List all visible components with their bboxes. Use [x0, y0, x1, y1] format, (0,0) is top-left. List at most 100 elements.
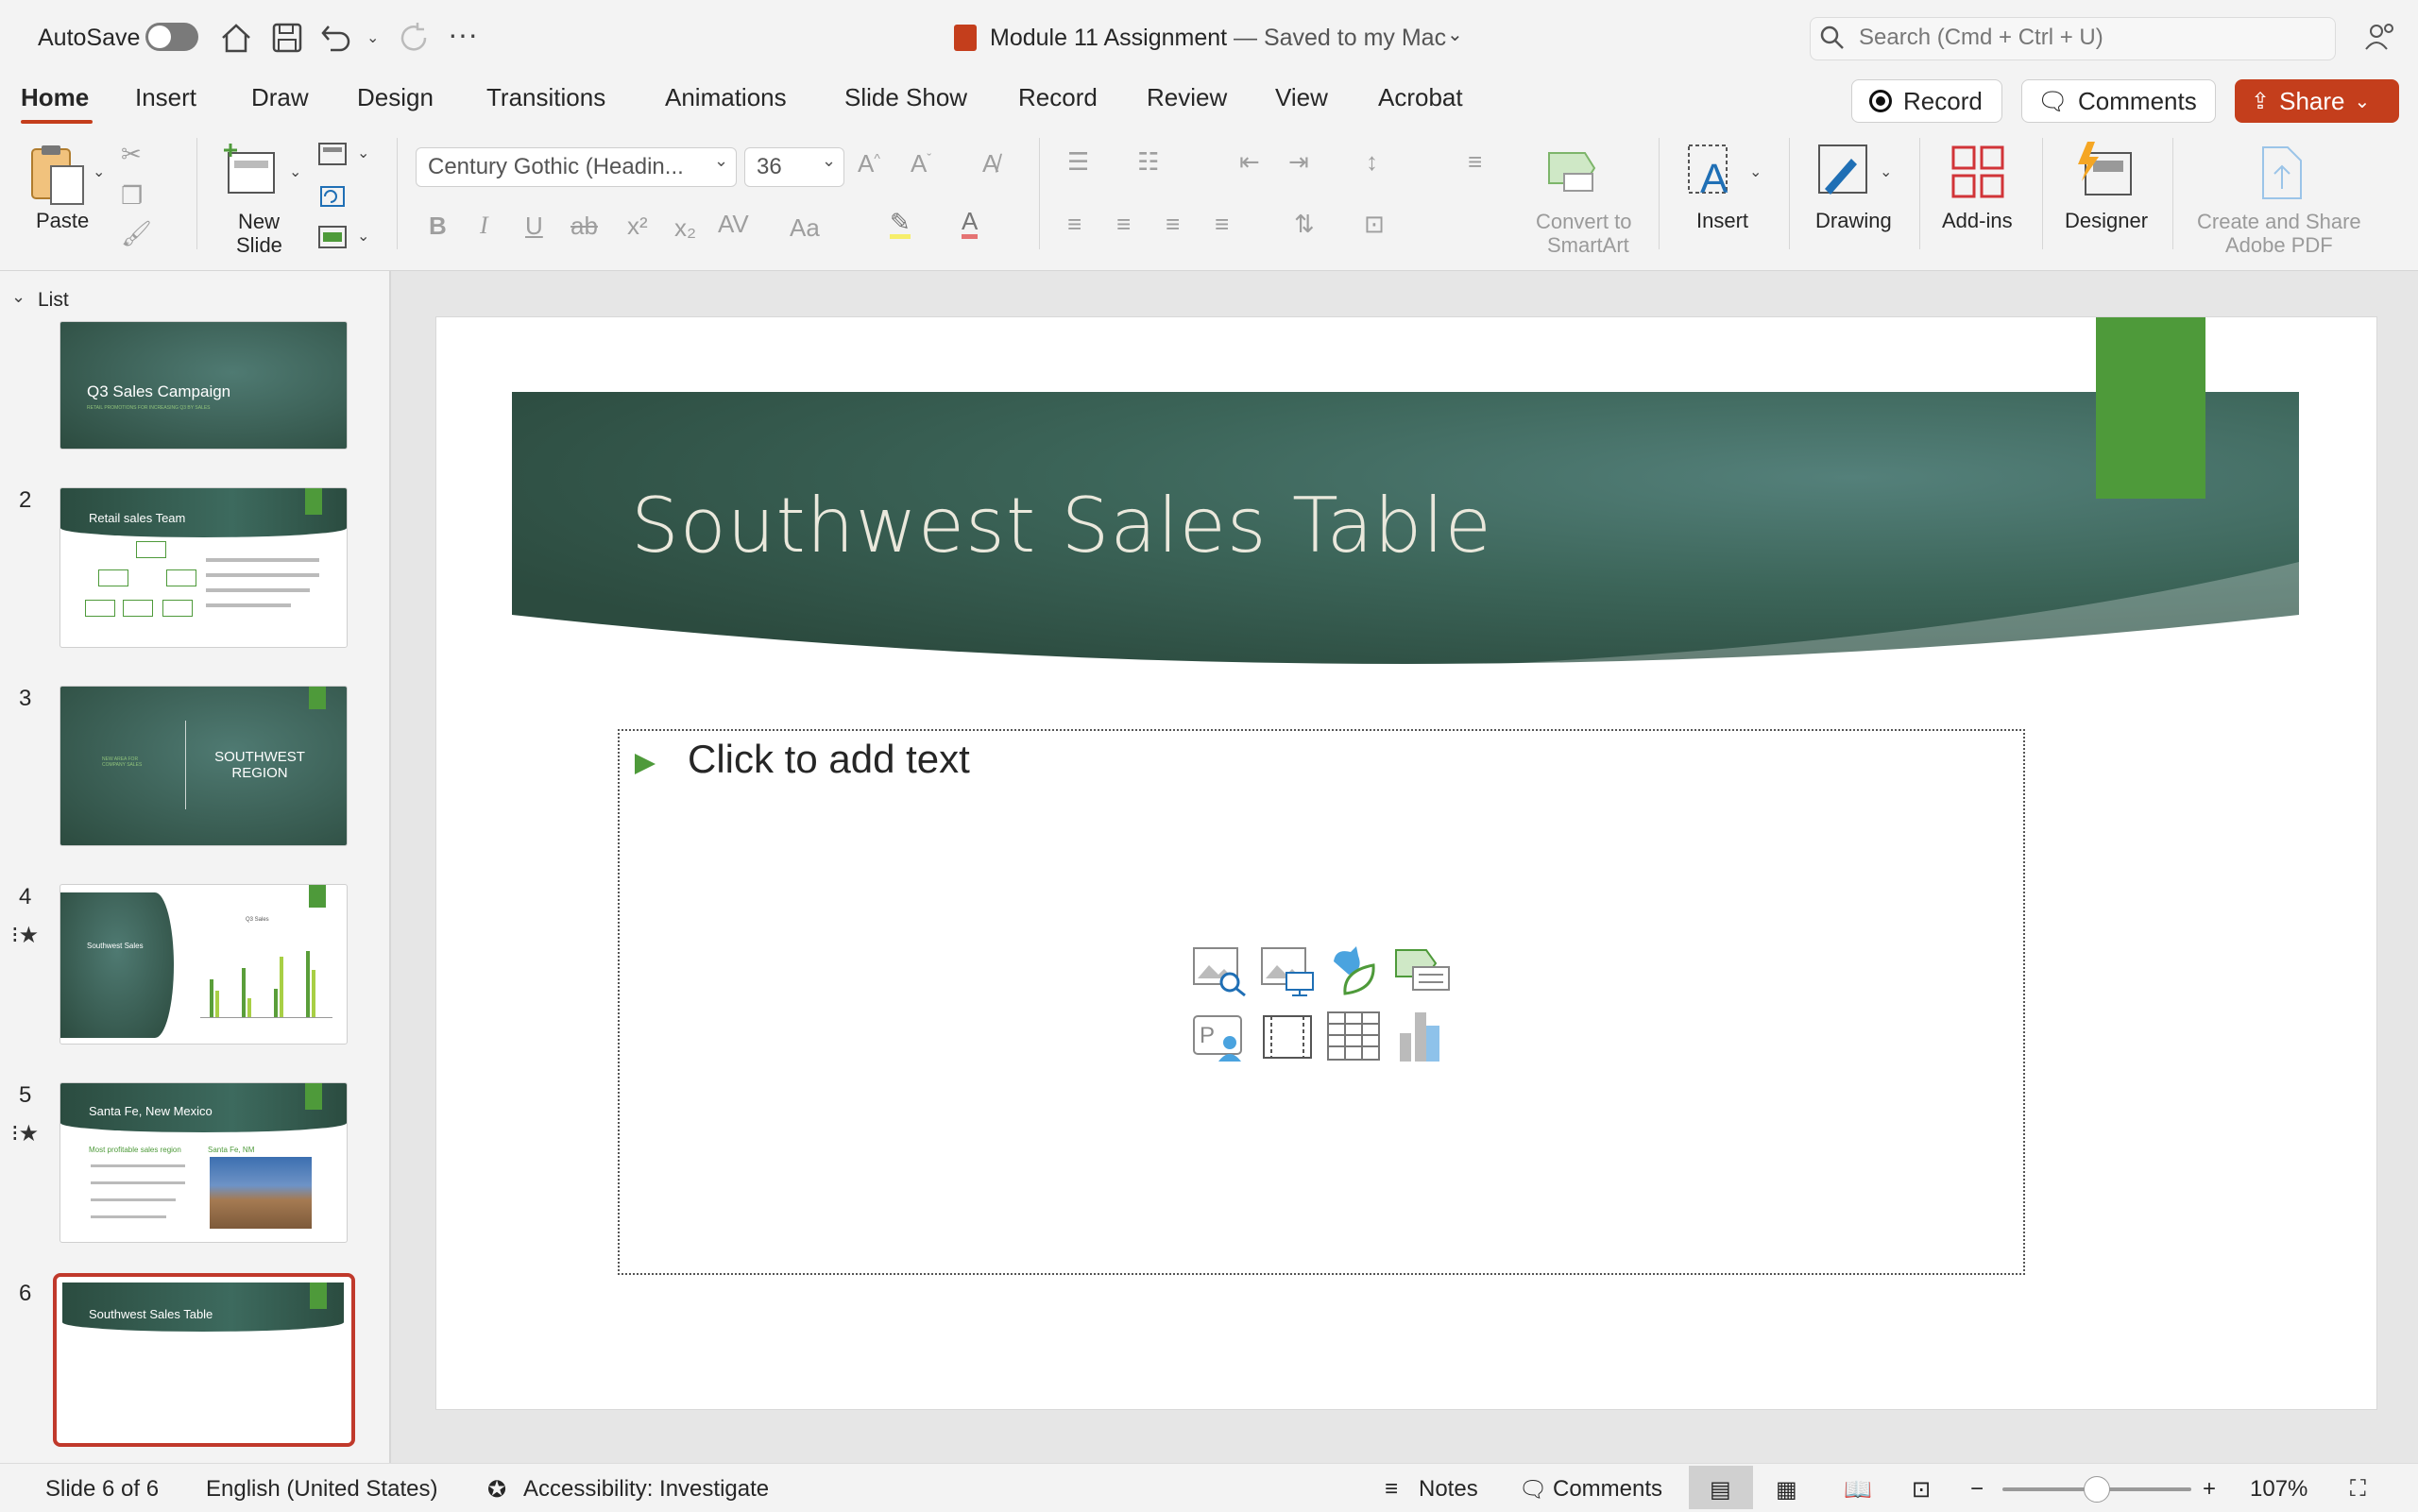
pictures-icon[interactable] — [1260, 946, 1317, 997]
tab-design[interactable]: Design — [357, 83, 434, 112]
slide-thumbnail-2[interactable]: Retail sales Team — [60, 487, 348, 648]
drawing-icon[interactable] — [1815, 142, 1872, 204]
layout-icon[interactable] — [317, 142, 348, 168]
normal-view-icon[interactable]: ▤ — [1710, 1476, 1731, 1504]
increase-font-icon[interactable]: A^ — [858, 149, 880, 178]
reset-icon[interactable] — [317, 183, 348, 210]
highlight-icon[interactable]: ✎ — [890, 210, 911, 239]
layout-chevron-icon[interactable]: ⌄ — [357, 144, 369, 162]
font-color-icon[interactable]: A — [962, 208, 979, 239]
change-case-icon[interactable]: Aa — [790, 213, 820, 243]
slide-sorter-icon[interactable]: ▦ — [1776, 1476, 1797, 1504]
slide-thumbnail-5[interactable]: Santa Fe, New Mexico Most profitable sal… — [60, 1082, 348, 1243]
tab-transitions[interactable]: Transitions — [486, 83, 605, 112]
decrease-font-icon[interactable]: Aˇ — [911, 149, 931, 178]
fit-to-window-icon[interactable]: ⛶ — [2350, 1476, 2366, 1503]
icons-icon[interactable] — [1326, 943, 1383, 997]
underline-icon[interactable]: U — [525, 212, 543, 241]
font-size-chevron-icon[interactable]: ⌄ — [822, 151, 836, 171]
undo-chevron-icon[interactable]: ⌄ — [366, 28, 379, 47]
convert-smartart-label-2[interactable]: SmartArt — [1547, 233, 1629, 257]
tab-review[interactable]: Review — [1147, 83, 1227, 112]
chart-icon[interactable] — [1394, 1009, 1451, 1063]
text-direction-icon[interactable]: ⇅ — [1294, 210, 1315, 239]
title-chevron-icon[interactable]: ⌄ — [1447, 23, 1463, 46]
undo-icon[interactable] — [319, 21, 353, 55]
save-icon[interactable] — [270, 21, 304, 55]
insert-icon[interactable]: A — [1685, 142, 1742, 204]
cameo-icon[interactable]: P — [1192, 1012, 1249, 1063]
line-spacing-icon[interactable]: ↕ — [1366, 147, 1378, 177]
smartart-icon[interactable] — [1543, 147, 1598, 195]
placeholder-text[interactable]: Click to add text — [688, 737, 970, 782]
paste-chevron-icon[interactable]: ⌄ — [93, 162, 105, 181]
document-title[interactable]: Module 11 Assignment — [990, 25, 1227, 52]
font-name-chevron-icon[interactable]: ⌄ — [714, 151, 728, 171]
new-slide-chevron-icon[interactable]: ⌄ — [289, 162, 301, 181]
list-chevron-icon[interactable]: ⌄ — [11, 287, 26, 307]
tab-record[interactable]: Record — [1018, 83, 1098, 112]
character-spacing-icon[interactable]: AV — [718, 210, 749, 239]
adobe-pdf-label-1[interactable]: Create and Share — [2197, 210, 2361, 233]
slide-count[interactable]: Slide 6 of 6 — [45, 1476, 159, 1503]
video-icon[interactable] — [1260, 1012, 1317, 1063]
add-ins-icon[interactable] — [1950, 144, 2006, 200]
insert-chevron-icon[interactable]: ⌄ — [1749, 162, 1762, 181]
tab-view[interactable]: View — [1275, 83, 1328, 112]
zoom-slider-thumb[interactable] — [2084, 1476, 2110, 1503]
designer-icon[interactable] — [2074, 140, 2135, 200]
stock-images-icon[interactable] — [1192, 946, 1249, 997]
paste-label[interactable]: Paste — [36, 209, 89, 232]
accessibility-icon[interactable]: ✪ — [487, 1476, 506, 1504]
language[interactable]: English (United States) — [206, 1476, 437, 1503]
columns-icon[interactable]: ≡ — [1468, 147, 1482, 177]
tab-slide-show[interactable]: Slide Show — [844, 83, 967, 112]
table-icon[interactable] — [1326, 1011, 1383, 1063]
increase-indent-icon[interactable]: ⇥ — [1288, 147, 1309, 177]
accessibility-status[interactable]: Accessibility: Investigate — [523, 1476, 769, 1503]
new-slide-label-2[interactable]: Slide — [236, 233, 282, 257]
section-icon[interactable] — [317, 225, 348, 251]
home-icon[interactable] — [219, 21, 253, 55]
designer-label[interactable]: Designer — [2065, 209, 2148, 232]
slide-thumbnail-6[interactable]: Southwest Sales Table — [53, 1273, 355, 1447]
slide-thumbnail-1[interactable]: Q3 Sales Campaign RETAIL PROMOTIONS FOR … — [60, 321, 348, 450]
content-placeholder[interactable] — [618, 729, 2025, 1275]
format-painter-icon[interactable]: 🖌 — [121, 219, 152, 248]
smartart-graphic-icon[interactable] — [1394, 946, 1453, 994]
comments-button[interactable]: 🗨 Comments — [2021, 79, 2216, 123]
reading-view-icon[interactable]: 📖 — [1844, 1476, 1872, 1504]
tab-home[interactable]: Home — [21, 83, 89, 112]
zoom-in-icon[interactable]: + — [2203, 1476, 2216, 1503]
comments-status-button[interactable]: Comments — [1553, 1476, 1662, 1503]
cut-icon[interactable]: ✂ — [121, 140, 142, 169]
redo-icon[interactable] — [397, 21, 431, 55]
convert-smartart-label-1[interactable]: Convert to — [1536, 210, 1632, 233]
drawing-chevron-icon[interactable]: ⌄ — [1880, 162, 1892, 181]
align-left-icon[interactable]: ≡ — [1067, 210, 1081, 239]
zoom-level[interactable]: 107% — [2250, 1476, 2307, 1503]
superscript-icon[interactable]: x² — [627, 212, 648, 241]
paste-icon[interactable] — [26, 142, 87, 206]
new-slide-label-1[interactable]: New — [238, 210, 280, 233]
new-slide-icon[interactable] — [221, 140, 281, 200]
adobe-pdf-icon[interactable] — [2259, 144, 2305, 202]
saved-status[interactable]: — Saved to my Mac — [1234, 25, 1446, 52]
add-ins-label[interactable]: Add-ins — [1942, 209, 2013, 232]
drawing-label[interactable]: Drawing — [1815, 209, 1892, 232]
zoom-out-icon[interactable]: − — [1970, 1476, 1984, 1503]
strikethrough-icon[interactable]: ab — [570, 212, 598, 241]
bullets-icon[interactable]: ☰ — [1067, 147, 1089, 177]
adobe-pdf-label-2[interactable]: Adobe PDF — [2225, 233, 2333, 257]
decrease-indent-icon[interactable]: ⇤ — [1239, 147, 1260, 177]
slide-show-icon[interactable]: ⊡ — [1912, 1476, 1931, 1504]
justify-icon[interactable]: ≡ — [1215, 210, 1229, 239]
bold-icon[interactable]: B — [429, 212, 447, 241]
insert-label[interactable]: Insert — [1696, 209, 1748, 232]
align-center-icon[interactable]: ≡ — [1116, 210, 1131, 239]
tab-animations[interactable]: Animations — [665, 83, 787, 112]
subscript-icon[interactable]: x₂ — [674, 213, 696, 243]
section-chevron-icon[interactable]: ⌄ — [357, 227, 369, 246]
share-chevron-icon[interactable]: ⌄ — [2355, 90, 2371, 113]
numbering-icon[interactable]: ☷ — [1137, 147, 1159, 177]
